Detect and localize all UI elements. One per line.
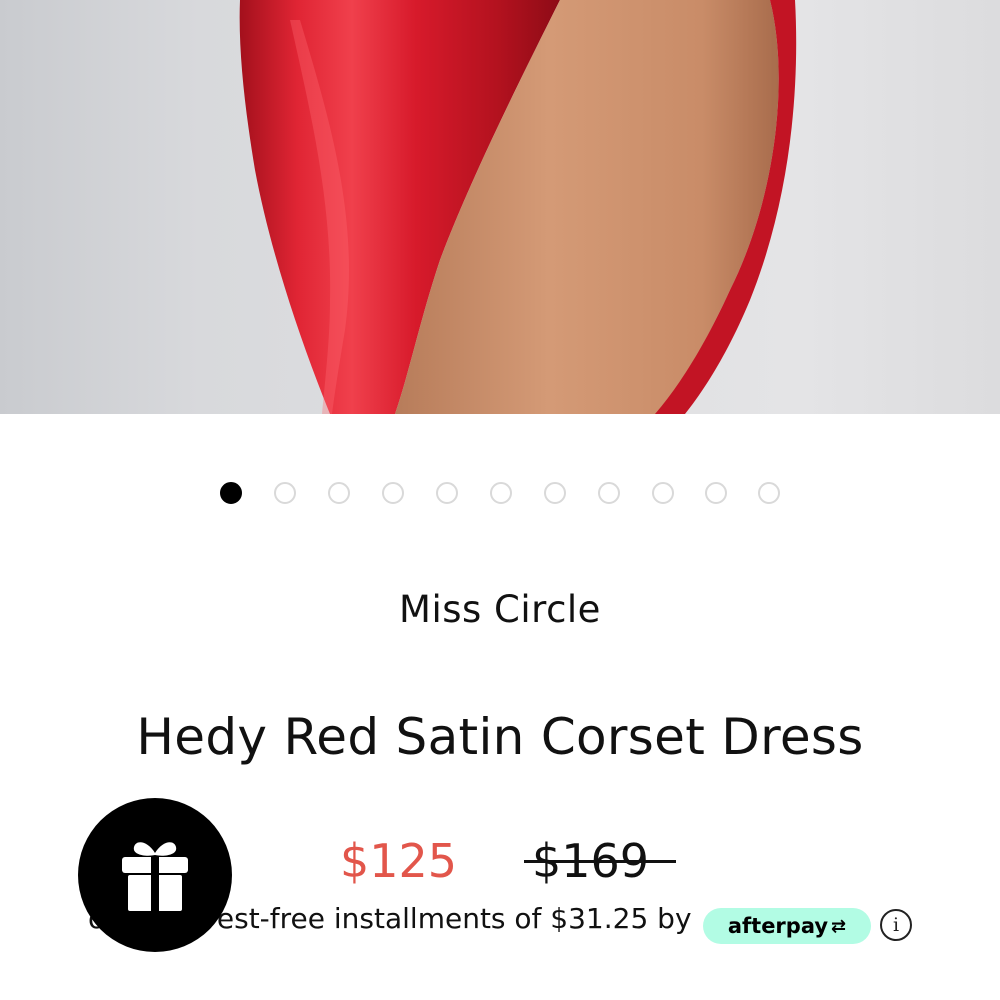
carousel-dots <box>0 480 1000 506</box>
carousel-dot-10[interactable] <box>705 482 727 504</box>
carousel-dot-6[interactable] <box>490 482 512 504</box>
carousel-dot-2[interactable] <box>274 482 296 504</box>
product-title: Hedy Red Satin Corset Dress <box>136 708 864 766</box>
carousel-dot-7[interactable] <box>544 482 566 504</box>
brand-link[interactable]: Miss Circle <box>0 588 1000 631</box>
product-photo-illustration <box>239 0 797 414</box>
gift-icon <box>122 842 188 911</box>
original-price-strikethrough <box>524 860 676 863</box>
afterpay-badge[interactable]: afterpay ⇄ <box>703 908 871 944</box>
sale-price: $125 <box>340 834 458 888</box>
carousel-dot-8[interactable] <box>598 482 620 504</box>
afterpay-label: afterpay <box>727 914 829 938</box>
afterpay-arrows-icon: ⇄ <box>831 915 847 937</box>
info-icon[interactable]: i <box>880 909 912 941</box>
gift-button[interactable] <box>78 798 232 952</box>
product-image[interactable] <box>0 0 1000 414</box>
carousel-dot-11[interactable] <box>758 482 780 504</box>
carousel-dot-5[interactable] <box>436 482 458 504</box>
carousel-dot-9[interactable] <box>652 482 674 504</box>
carousel-dot-3[interactable] <box>328 482 350 504</box>
carousel-dot-4[interactable] <box>382 482 404 504</box>
carousel-dot-1[interactable] <box>220 482 242 504</box>
